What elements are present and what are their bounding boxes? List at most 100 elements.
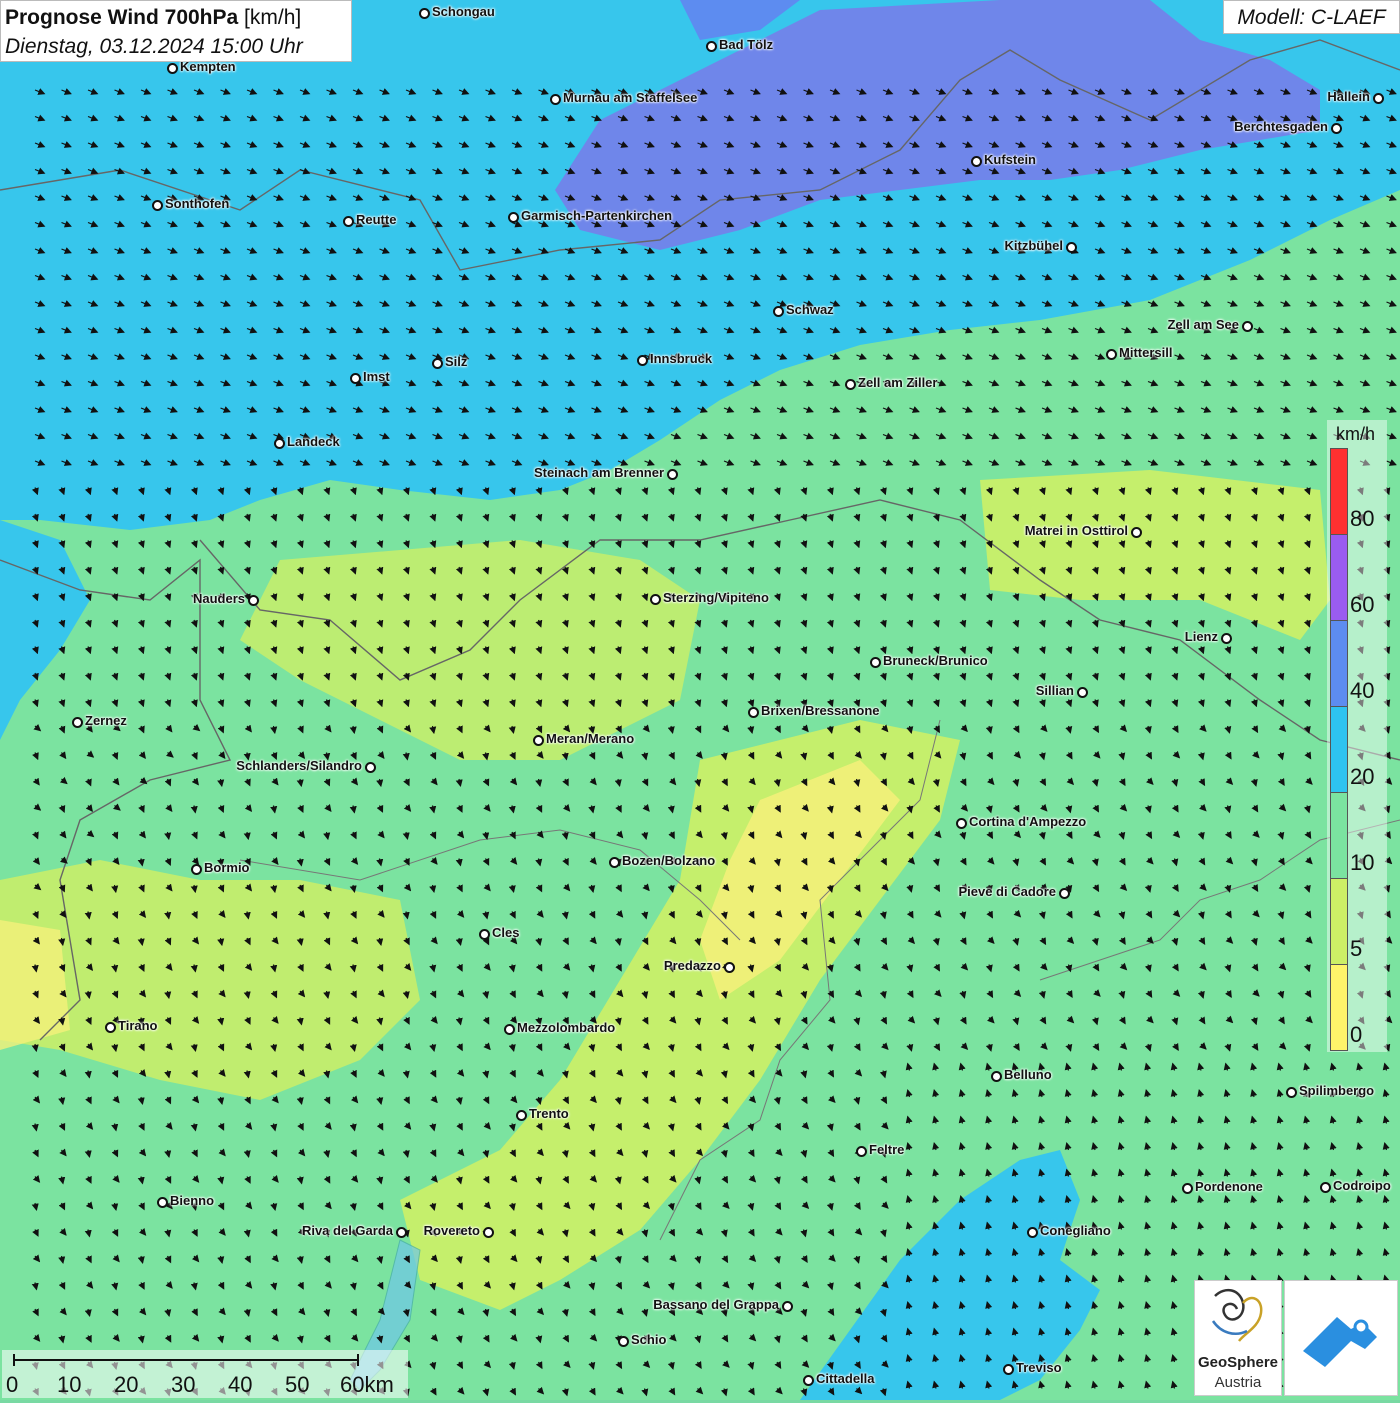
- city-label: Steinach am Brenner: [533, 465, 664, 480]
- city-label: Brixen/Bressanone: [761, 703, 880, 718]
- city-label: Meran/Merano: [546, 731, 635, 746]
- city-marker: [1106, 349, 1117, 360]
- city-marker: [504, 1024, 515, 1035]
- scale-label: 20: [114, 1372, 139, 1397]
- city-marker: [1221, 633, 1232, 644]
- city-label: Berchtesgaden: [1234, 119, 1328, 134]
- city-marker: [1373, 93, 1384, 104]
- city-label: Bormio: [204, 860, 250, 875]
- city-marker: [248, 595, 259, 606]
- city-marker: [483, 1227, 494, 1238]
- scale-label: 50: [285, 1372, 310, 1397]
- weather-app-logo[interactable]: [1284, 1280, 1398, 1396]
- city-label: Feltre: [869, 1142, 905, 1157]
- city-marker: [508, 212, 519, 223]
- city-marker: [1077, 687, 1088, 698]
- city-marker: [274, 438, 285, 449]
- city-marker: [1027, 1227, 1038, 1238]
- city-marker: [365, 762, 376, 773]
- city-label: Tirano: [118, 1018, 158, 1033]
- city-label: Trento: [529, 1106, 569, 1121]
- city-label: Nauders: [192, 591, 245, 606]
- city-marker: [350, 373, 361, 384]
- city-label: Landeck: [287, 434, 340, 449]
- city-marker: [1331, 123, 1342, 134]
- city-marker: [856, 1146, 867, 1157]
- city-label: Bruneck/Brunico: [883, 653, 988, 668]
- legend-tick-label: 60: [1350, 592, 1375, 617]
- city-marker: [724, 962, 735, 973]
- city-label: Schongau: [432, 4, 495, 19]
- city-marker: [516, 1110, 527, 1121]
- legend-color-segment: [1330, 534, 1348, 621]
- title-box: Prognose Wind 700hPa [km/h] Dienstag, 03…: [0, 0, 352, 62]
- city-label: Kufstein: [984, 152, 1036, 167]
- city-label: Bozen/Bolzano: [622, 853, 716, 868]
- city-label: Treviso: [1016, 1360, 1062, 1375]
- city-marker: [152, 200, 163, 211]
- city-label: Conegliano: [1040, 1223, 1111, 1238]
- legend-color-segment: [1330, 878, 1348, 965]
- city-marker: [956, 818, 967, 829]
- legend-tick-label: 80: [1350, 506, 1375, 531]
- geosphere-subname: Austria: [1214, 1374, 1262, 1391]
- city-marker: [1182, 1183, 1193, 1194]
- city-label: Cles: [492, 925, 520, 940]
- city-label: Riva del Garda: [301, 1223, 393, 1238]
- city-label: Cittadella: [816, 1371, 875, 1386]
- city-label: Belluno: [1004, 1067, 1052, 1082]
- city-marker: [432, 358, 443, 369]
- city-marker: [803, 1375, 814, 1386]
- title-bold: Prognose Wind 700hPa: [5, 6, 239, 29]
- wind-zone-0-5-b: [0, 920, 70, 1050]
- legend-color-segment: [1330, 792, 1348, 879]
- city-label: Schwaz: [786, 302, 834, 317]
- city-label: Mittersill: [1119, 345, 1173, 360]
- city-marker: [1066, 242, 1077, 253]
- city-marker: [845, 379, 856, 390]
- city-marker: [167, 63, 178, 74]
- city-label: Schlanders/Silandro: [236, 758, 362, 773]
- city-label: Reutte: [356, 212, 397, 227]
- scale-label: 60km: [340, 1372, 394, 1397]
- city-marker: [1059, 888, 1070, 899]
- legend-tick-label: 10: [1350, 850, 1375, 875]
- city-marker: [343, 216, 354, 227]
- city-label: Garmisch-Partenkirchen: [521, 208, 673, 223]
- city-marker: [1320, 1182, 1331, 1193]
- city-label: Zernez: [85, 713, 127, 728]
- city-marker: [191, 864, 202, 875]
- city-label: Cortina d'Ampezzo: [969, 814, 1087, 829]
- city-label: Bad Tölz: [719, 37, 774, 52]
- city-marker: [650, 594, 661, 605]
- city-label: Bienno: [170, 1193, 215, 1208]
- city-label: Predazzo: [663, 958, 721, 973]
- legend-color-segment: [1330, 706, 1348, 793]
- scale-label: 0: [6, 1372, 19, 1397]
- city-label: Sterzing/Vipiteno: [663, 590, 769, 605]
- city-label: Bassano del Grappa: [653, 1297, 779, 1312]
- model-label: Modell: C-LAEF: [1223, 0, 1400, 34]
- city-marker: [157, 1197, 168, 1208]
- city-label: Schio: [631, 1332, 667, 1347]
- city-marker: [971, 156, 982, 167]
- city-label: Pordenone: [1195, 1179, 1263, 1194]
- city-marker: [618, 1336, 629, 1347]
- city-marker: [991, 1071, 1002, 1082]
- geosphere-name: GeoSphere: [1197, 1354, 1279, 1371]
- city-marker: [419, 8, 430, 19]
- legend-tick-label: 40: [1350, 678, 1375, 703]
- legend-tick-label: 20: [1350, 764, 1375, 789]
- city-label: Pieve di Cadore: [958, 884, 1056, 899]
- city-marker: [870, 657, 881, 668]
- city-label: Hallein: [1327, 89, 1370, 104]
- scale-label: 40: [228, 1372, 253, 1397]
- city-marker: [782, 1301, 793, 1312]
- city-marker: [773, 306, 784, 317]
- city-label: Spilimbergo: [1299, 1083, 1375, 1098]
- city-marker: [550, 94, 561, 105]
- legend-unit: km/h: [1336, 424, 1376, 444]
- city-marker: [72, 717, 83, 728]
- city-marker: [667, 469, 678, 480]
- forecast-datetime: Dienstag, 03.12.2024 15:00 Uhr: [5, 35, 303, 58]
